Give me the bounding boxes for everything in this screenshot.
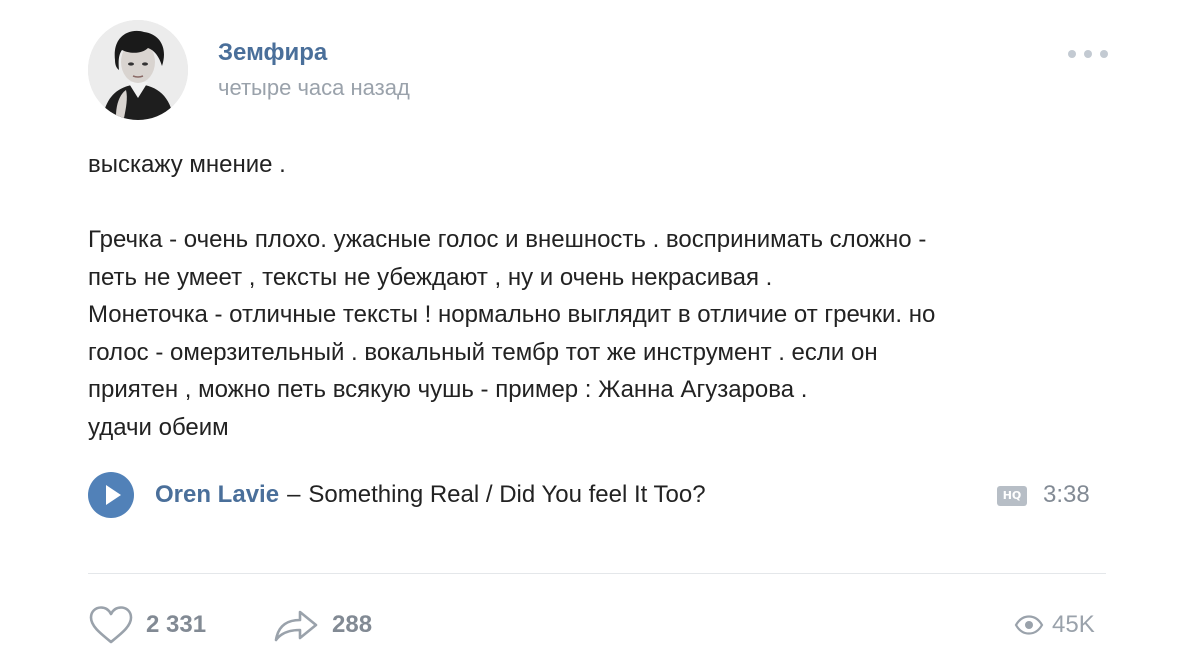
wall-post: Земфира четыре часа назад выскажу мнение… (0, 0, 1200, 670)
track-info: Oren Lavie – Something Real / Did You feel… (155, 480, 706, 510)
share-count: 288 (332, 611, 373, 638)
post-text-gap (88, 184, 1088, 222)
track-title[interactable]: Something Real / Did You feel It Too? (308, 481, 705, 508)
more-dots-icon[interactable] (1068, 46, 1108, 62)
author-avatar[interactable] (88, 20, 188, 120)
track-artist[interactable]: Oren Lavie (155, 481, 279, 508)
track-duration: 3:38 (1043, 481, 1090, 508)
post-text-line: удачи обеим (88, 413, 229, 441)
eye-icon (1014, 615, 1044, 635)
more-dot (1084, 50, 1092, 58)
like-button[interactable]: 2 331 (88, 604, 206, 646)
post-text-line: петь не умеет , тексты не убеждают , ну … (88, 263, 773, 291)
avatar-photo (88, 20, 188, 120)
views-counter: 45K (1014, 604, 1095, 646)
share-button[interactable]: 288 (272, 604, 372, 646)
actions-divider (88, 573, 1106, 574)
audio-attachment: Oren Lavie – Something Real / Did You feel… (88, 470, 1108, 520)
post-time[interactable]: четыре часа назад (218, 74, 410, 102)
post-text-line: выскажу мнение . (88, 151, 286, 178)
author-name[interactable]: Земфира (218, 38, 327, 68)
play-icon (106, 485, 121, 505)
track-separator: – (287, 481, 301, 508)
more-dot (1068, 50, 1076, 58)
views-count: 45K (1052, 611, 1095, 638)
post-text-line: Гречка - очень плохо. ужасные голос и вн… (88, 226, 927, 253)
play-button[interactable] (88, 472, 134, 518)
post-text-line: Монеточка - отличные тексты ! нормально … (88, 301, 936, 328)
heart-icon (89, 606, 133, 644)
like-count: 2 331 (146, 611, 207, 638)
post-text-line: приятен , можно петь всякую чушь - приме… (88, 376, 808, 403)
hq-badge: HQ (997, 486, 1027, 506)
more-dot (1100, 50, 1108, 58)
share-arrow-icon (274, 610, 318, 642)
post-text: выскажу мнение . Гречка - очень плохо. у… (88, 146, 1088, 446)
post-text-line: голос - омерзительный . вокальный тембр … (88, 338, 878, 366)
